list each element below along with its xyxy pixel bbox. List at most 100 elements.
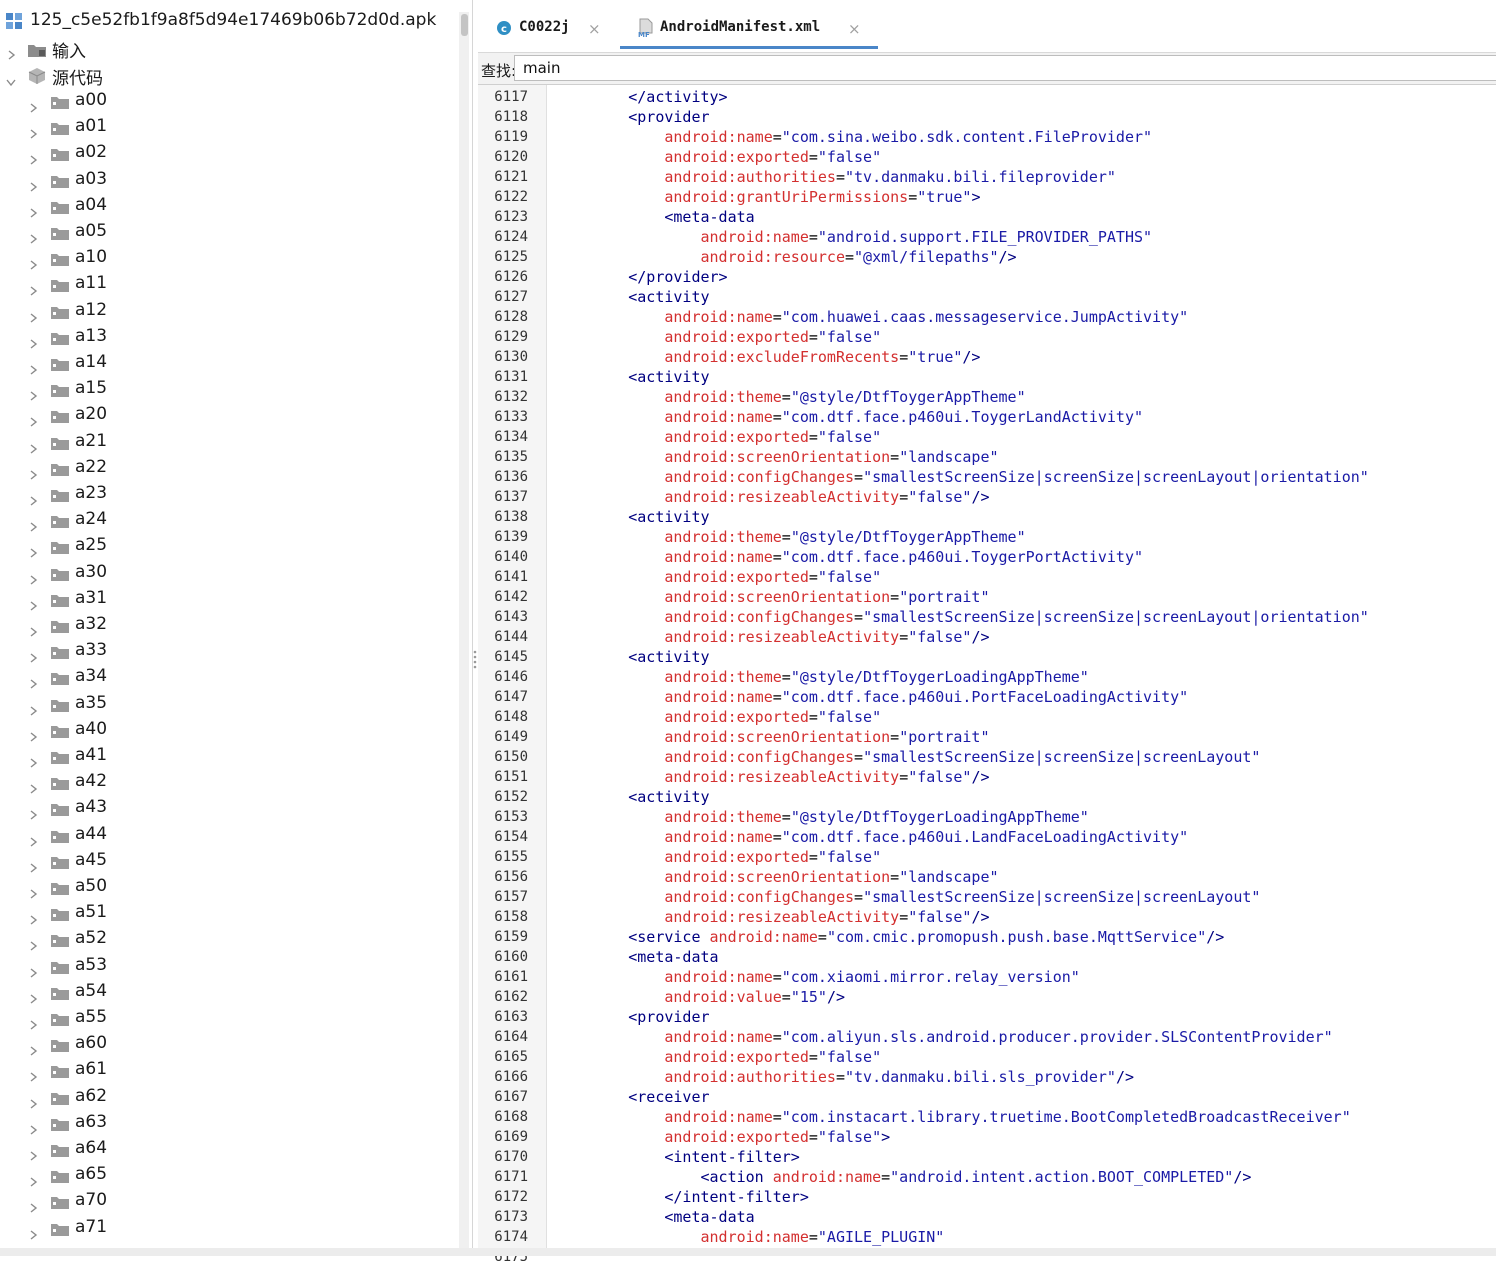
package-item[interactable]: a54 [0,980,455,1006]
package-item[interactable]: a22 [0,456,455,482]
package-item[interactable]: a70 [0,1189,455,1215]
package-item[interactable]: a33 [0,639,455,665]
tree-scrollbar[interactable] [459,12,469,1248]
tab-androidmanifest[interactable]: MF AndroidManifest.xml × [620,8,878,48]
chevron-right-icon[interactable] [30,989,38,1004]
chevron-right-icon[interactable] [30,1015,38,1030]
tree-scrollbar-thumb[interactable] [461,14,468,36]
package-item[interactable]: a12 [0,299,455,325]
package-item[interactable]: a61 [0,1058,455,1084]
package-item[interactable]: a31 [0,587,455,613]
chevron-right-icon[interactable] [30,805,38,820]
chevron-down-icon[interactable] [6,72,16,87]
package-item[interactable]: a04 [0,194,455,220]
package-item[interactable]: a00 [0,89,455,115]
chevron-right-icon[interactable] [30,255,38,270]
package-item[interactable]: a35 [0,692,455,718]
chevron-right-icon[interactable] [30,622,38,637]
chevron-right-icon[interactable] [30,963,38,978]
tree-root[interactable]: 125_c5e52fb1f9a8f5d94e17469b06b72d0d.apk [0,9,455,35]
chevron-right-icon[interactable] [30,281,38,296]
close-icon[interactable]: × [848,20,861,38]
chevron-right-icon[interactable] [30,491,38,506]
package-item[interactable]: a71 [0,1216,455,1242]
chevron-right-icon[interactable] [30,229,38,244]
chevron-right-icon[interactable] [30,1225,38,1240]
chevron-right-icon[interactable] [30,1172,38,1187]
chevron-right-icon[interactable] [30,465,38,480]
chevron-right-icon[interactable] [30,150,38,165]
package-item[interactable]: a21 [0,430,455,456]
chevron-right-icon[interactable] [30,596,38,611]
package-item[interactable]: a24 [0,508,455,534]
chevron-right-icon[interactable] [30,517,38,532]
chevron-right-icon[interactable] [30,884,38,899]
package-item[interactable]: a32 [0,613,455,639]
package-item[interactable]: a11 [0,272,455,298]
tree-item-input[interactable]: 输入 [0,36,455,62]
chevron-right-icon[interactable] [30,570,38,585]
code-editor[interactable]: </activity> <provider android:name="com.… [547,85,1496,1256]
chevron-right-icon[interactable] [30,910,38,925]
chevron-right-icon[interactable] [30,858,38,873]
package-item[interactable]: a02 [0,141,455,167]
package-item[interactable]: a34 [0,665,455,691]
chevron-right-icon[interactable] [30,753,38,768]
package-item[interactable]: a40 [0,718,455,744]
chevron-right-icon[interactable] [30,334,38,349]
chevron-right-icon[interactable] [30,98,38,113]
package-item[interactable]: a23 [0,482,455,508]
tree-item-source[interactable]: 源代码 [0,63,455,89]
package-item[interactable]: a10 [0,246,455,272]
chevron-right-icon[interactable] [30,386,38,401]
package-item[interactable]: a41 [0,744,455,770]
package-item[interactable]: a50 [0,875,455,901]
chevron-right-icon[interactable] [30,1067,38,1082]
chevron-right-icon[interactable] [30,832,38,847]
package-item[interactable]: a03 [0,168,455,194]
package-item[interactable]: a14 [0,351,455,377]
package-item[interactable]: a01 [0,115,455,141]
chevron-right-icon[interactable] [30,1094,38,1109]
package-item[interactable]: a20 [0,403,455,429]
chevron-right-icon[interactable] [30,124,38,139]
package-item[interactable]: a64 [0,1137,455,1163]
package-item[interactable]: a53 [0,954,455,980]
package-item[interactable]: a15 [0,377,455,403]
chevron-right-icon[interactable] [30,936,38,951]
chevron-right-icon[interactable] [30,1041,38,1056]
chevron-right-icon[interactable] [30,727,38,742]
chevron-right-icon[interactable] [30,648,38,663]
package-item[interactable]: a13 [0,325,455,351]
find-input[interactable] [514,55,1496,81]
chevron-right-icon[interactable] [30,412,38,427]
package-item[interactable]: a30 [0,561,455,587]
package-item[interactable]: a55 [0,1006,455,1032]
chevron-right-icon[interactable] [30,1120,38,1135]
chevron-right-icon[interactable] [30,360,38,375]
package-item[interactable]: a65 [0,1163,455,1189]
package-item[interactable]: a25 [0,534,455,560]
chevron-right-icon[interactable] [30,177,38,192]
chevron-right-icon[interactable] [30,701,38,716]
package-item[interactable]: a52 [0,927,455,953]
chevron-right-icon[interactable] [30,1198,38,1213]
close-icon[interactable]: × [588,20,601,38]
package-item[interactable]: a62 [0,1085,455,1111]
chevron-right-icon[interactable] [30,1146,38,1161]
chevron-right-icon[interactable] [30,779,38,794]
chevron-right-icon[interactable] [30,439,38,454]
tab-c0022j[interactable]: c C0022j × [490,8,610,48]
chevron-right-icon[interactable] [30,308,38,323]
package-item[interactable]: a60 [0,1032,455,1058]
chevron-right-icon[interactable] [30,203,38,218]
package-item[interactable]: a44 [0,823,455,849]
package-item[interactable]: a45 [0,849,455,875]
package-item[interactable]: a42 [0,770,455,796]
package-item[interactable]: a05 [0,220,455,246]
package-item[interactable]: a63 [0,1111,455,1137]
package-item[interactable]: a51 [0,901,455,927]
chevron-right-icon[interactable] [30,674,38,689]
package-item[interactable]: a43 [0,796,455,822]
chevron-right-icon[interactable] [8,45,16,60]
